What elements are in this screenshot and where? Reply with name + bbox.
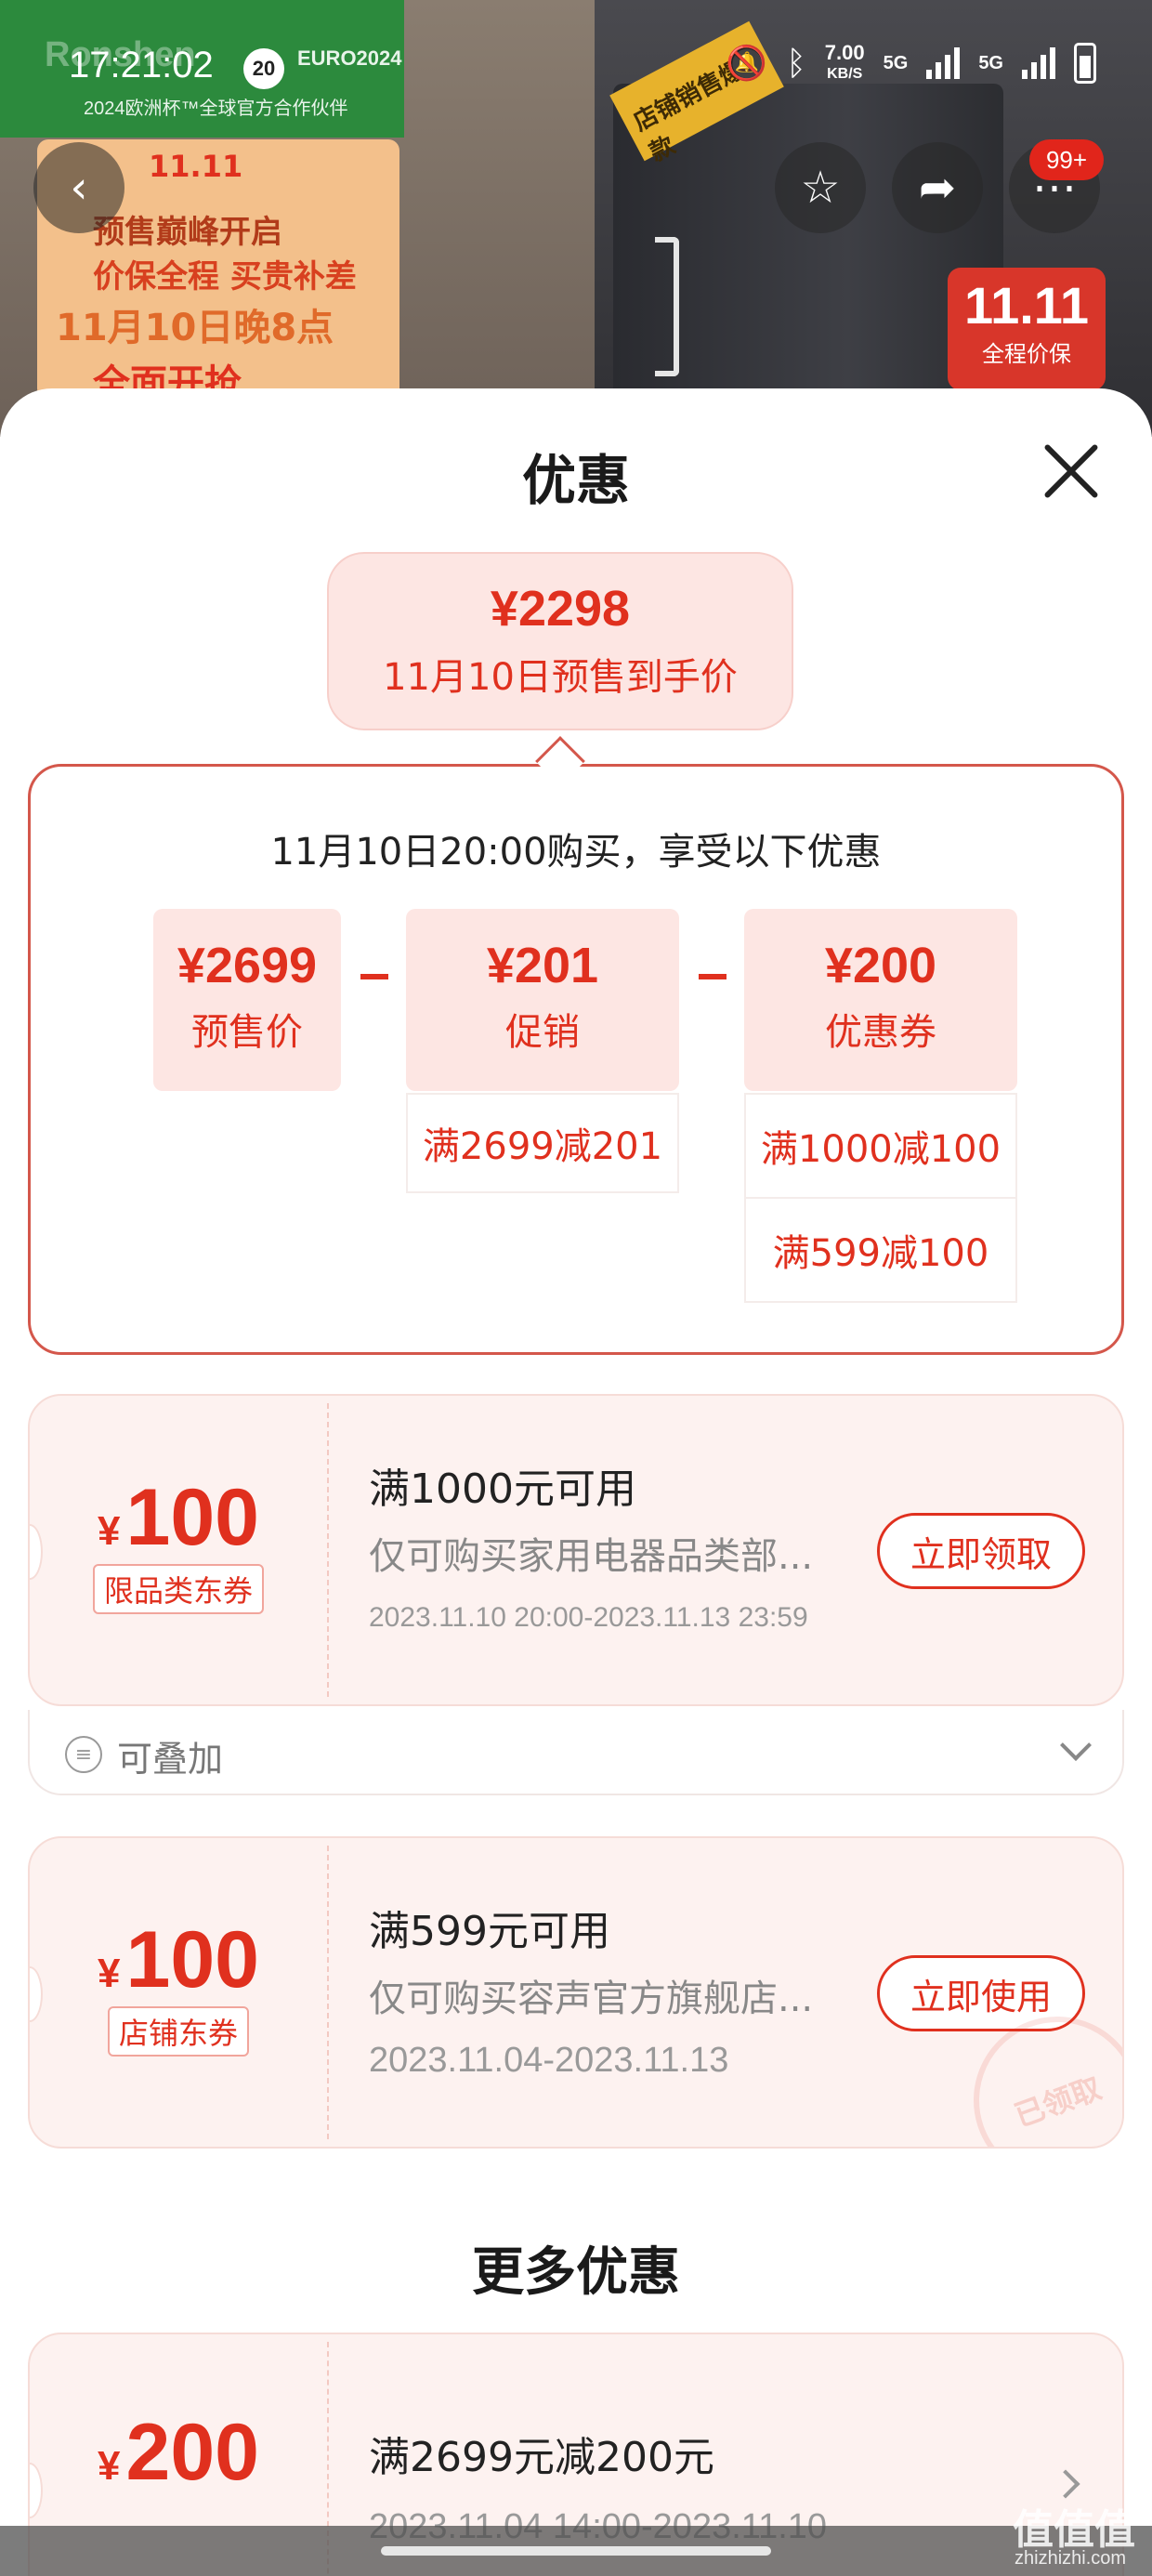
fridge-handle — [655, 237, 679, 376]
star-icon: ☆ — [800, 162, 841, 214]
coupon-value: ¥200 — [824, 938, 937, 993]
home-indicator[interactable] — [381, 2546, 771, 2556]
status-icons: 🔕 ᛒ 7.00 KB/S 5G 5G — [726, 40, 1096, 84]
signal-5g-label: 5G — [883, 52, 909, 73]
price-protect-badge: 11.11 全程价保 — [948, 268, 1106, 390]
offer-amount: ¥200 — [98, 2408, 259, 2497]
cart-count-badge: 99+ — [1029, 139, 1104, 180]
status-bar: 17:21:02 20 🔕 ᛒ 7.00 KB/S 5G 5G — [0, 37, 1152, 102]
final-price-label: 11月10日预售到手价 — [383, 656, 738, 699]
more-offers-title: 更多优惠 — [472, 2242, 680, 2303]
final-price-box: ¥2298 11月10日预售到手价 — [327, 552, 793, 730]
coupon-divider — [327, 1846, 329, 2139]
coupon-divider — [327, 1403, 329, 1697]
price-protect-label: 全程价保 — [982, 341, 1071, 367]
net-speed: 7.00 KB/S — [824, 40, 865, 82]
stackable-row[interactable]: ≡ 可叠加 — [28, 1710, 1124, 1795]
breakdown-heading: 11月10日20:00购买，享受以下优惠 — [270, 831, 882, 874]
coupon-cell: ¥200 优惠券 — [744, 909, 1017, 1091]
coupon-value-area: ¥100 限品类东券 — [30, 1396, 327, 1704]
price-protect-1111: 11.11 — [964, 276, 1089, 335]
coupon-title: 满599元可用 — [369, 1908, 610, 1955]
coupon-description: 仅可购买家用电器品类部... — [369, 1535, 814, 1578]
coupon-type-badge: 限品类东券 — [92, 1564, 264, 1614]
coupon-value-area: ¥100 店铺东券 — [30, 1838, 327, 2147]
battery-icon — [1074, 43, 1096, 84]
coupon-label: 优惠券 — [825, 1011, 936, 1054]
minus-sign — [360, 974, 388, 979]
coupon-type-badge: 店铺东券 — [107, 2006, 249, 2057]
back-button[interactable]: ‹ — [33, 142, 124, 233]
promo-line3: 11月10日晚8点 — [56, 307, 334, 349]
notification-badge: 20 — [243, 48, 284, 89]
signal-icon-2 — [1022, 47, 1055, 79]
coupon-amount: ¥100 — [98, 1915, 259, 2004]
watermark-url: zhizhizhi.com — [1015, 2548, 1127, 2569]
share-icon: ➦ — [918, 162, 957, 214]
promotion-cell: ¥201 促销 — [406, 909, 679, 1091]
promo-line1: 预售巅峰开启 — [93, 214, 282, 251]
promotion-label: 促销 — [505, 1011, 580, 1054]
coupon-title: 满1000元可用 — [369, 1465, 636, 1513]
coupon-description: 仅可购买容声官方旗舰店... — [369, 1978, 814, 2020]
coupon-card: ¥100 店铺东券 满599元可用 仅可购买容声官方旗舰店... 2023.11… — [28, 1836, 1124, 2149]
coupon-card: ¥100 限品类东券 满1000元可用 仅可购买家用电器品类部... 2023.… — [28, 1394, 1124, 1706]
presale-price-value: ¥2699 — [177, 938, 318, 993]
coupon-detail: 满1000减100 — [744, 1093, 1017, 1199]
watermark-logo: 值值值 — [1013, 2507, 1135, 2553]
stack-icon: ≡ — [65, 1736, 102, 1773]
signal-icon — [926, 47, 961, 79]
coupon-detail: 满599减100 — [744, 1197, 1017, 1303]
offer-title: 满2699元减200元 — [369, 2434, 714, 2481]
close-button[interactable] — [1041, 440, 1102, 502]
share-button[interactable]: ➦ — [892, 142, 983, 233]
presale-price-cell: ¥2699 预售价 — [153, 909, 341, 1091]
minus-sign — [699, 974, 727, 979]
chevron-left-icon: ‹ — [70, 162, 88, 214]
chevron-down-icon — [1060, 1729, 1092, 1761]
chevron-right-icon — [1051, 2469, 1080, 2499]
presale-price-label: 预售价 — [191, 1011, 303, 1054]
promotion-detail: 满2699减201 — [406, 1093, 679, 1193]
promo-1111: 11.11 — [149, 149, 243, 184]
status-time: 17:21:02 — [69, 45, 214, 85]
promotion-value: ¥201 — [486, 938, 599, 993]
mute-icon: 🔕 — [726, 45, 768, 83]
final-price-amount: ¥2298 — [490, 581, 631, 637]
coupon-validity: 2023.11.10 20:00-2023.11.13 23:59 — [369, 1602, 808, 1633]
promo-line2: 价保全程 买贵补差 — [93, 258, 357, 296]
bluetooth-icon: ᛒ — [786, 44, 806, 83]
coupon-amount: ¥100 — [98, 1473, 259, 1562]
signal-5g-label-2: 5G — [978, 52, 1003, 73]
favorite-button[interactable]: ☆ — [775, 142, 866, 233]
sheet-title: 优惠 — [521, 449, 630, 512]
coupon-validity: 2023.11.04-2023.11.13 — [369, 2041, 729, 2080]
stackable-label: 可叠加 — [117, 1739, 224, 1780]
claim-coupon-button[interactable]: 立即领取 — [877, 1513, 1085, 1589]
